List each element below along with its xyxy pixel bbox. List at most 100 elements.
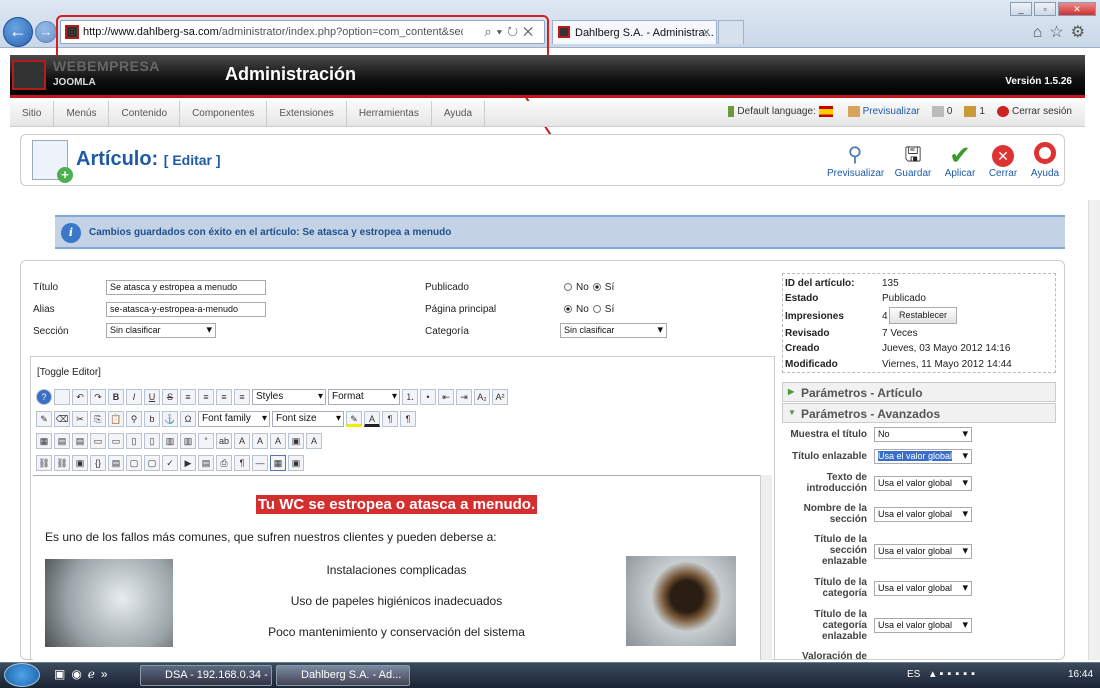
new-document-icon[interactable] [54, 389, 70, 405]
justify-icon[interactable]: ≡ [234, 389, 250, 405]
params-article-header[interactable]: Parámetros - Artículo [782, 382, 1056, 402]
preview-link[interactable]: Previsualizar [847, 106, 920, 117]
media-icon[interactable]: ▶ [180, 455, 196, 471]
menu-sitio[interactable]: Sitio [10, 101, 55, 126]
abbr-icon[interactable]: ab [216, 433, 232, 449]
eraser-icon[interactable]: ⌫ [54, 411, 70, 427]
menu-contenido[interactable]: Contenido [109, 101, 181, 126]
category-title-select[interactable]: Usa el valor global [874, 581, 972, 596]
spellcheck-icon[interactable]: ✓ [162, 455, 178, 471]
table-icon[interactable]: ▦ [36, 433, 52, 449]
cut-icon[interactable]: ✂ [72, 411, 88, 427]
forward-button[interactable]: → [35, 21, 57, 43]
bullet-list-icon[interactable]: • [420, 389, 436, 405]
page-scrollbar[interactable] [1088, 200, 1100, 660]
browser-tab[interactable]: Dahlberg S.A. - Administra... × [552, 20, 717, 44]
row-props-icon[interactable]: ▤ [54, 433, 70, 449]
quote-icon[interactable]: “ [198, 433, 214, 449]
merge-cells-icon[interactable]: ▥ [180, 433, 196, 449]
language-indicator[interactable]: ES [907, 669, 920, 680]
code-icon[interactable]: {} [90, 455, 106, 471]
grid-icon[interactable]: ▦ [270, 455, 286, 471]
taskbar-item-browser[interactable]: Dahlberg S.A. - Ad... [276, 665, 410, 686]
align-center-icon[interactable]: ≡ [198, 389, 214, 405]
menu-ayuda[interactable]: Ayuda [432, 101, 486, 126]
published-yes-radio[interactable] [592, 283, 601, 292]
styles-select[interactable]: Styles [252, 389, 326, 405]
section-link-select[interactable]: Usa el valor global [874, 544, 972, 559]
strike-del-icon[interactable]: A [252, 433, 268, 449]
indent-icon[interactable]: ⇥ [456, 389, 472, 405]
template-icon[interactable]: ▤ [198, 455, 214, 471]
font-family-select[interactable]: Font family [198, 411, 270, 427]
published-no-radio[interactable] [564, 283, 572, 292]
print-icon[interactable]: ⎙ [216, 455, 232, 471]
params-advanced-header[interactable]: Parámetros - Avanzados [782, 403, 1056, 423]
minimize-button[interactable]: _ [1010, 2, 1032, 16]
menu-herramientas[interactable]: Herramientas [347, 101, 432, 126]
underline-icon[interactable]: U [144, 389, 160, 405]
help-button[interactable]: Ayuda [1017, 142, 1073, 179]
back-button[interactable]: ← [3, 17, 33, 47]
copy-icon[interactable]: ⎘ [90, 411, 106, 427]
fullscreen-icon[interactable]: ▣ [288, 455, 304, 471]
home-icon[interactable]: ⌂ [1033, 24, 1050, 41]
alias-input[interactable]: se-atasca-y-estropea-a-menudo [106, 302, 266, 317]
replace-icon[interactable]: b [144, 411, 160, 427]
editor-content[interactable]: Tu WC se estropea o atasca a menudo. Es … [33, 475, 760, 660]
menu-menus[interactable]: Menús [54, 101, 110, 126]
strikethrough-icon[interactable]: S [162, 389, 178, 405]
logout-link[interactable]: Cerrar sesión [996, 106, 1072, 117]
cell-props-icon[interactable]: ▤ [72, 433, 88, 449]
insert-col-icon[interactable]: ▯ [126, 433, 142, 449]
delete-row-icon[interactable]: ▭ [108, 433, 124, 449]
layer-icon[interactable]: ▤ [108, 455, 124, 471]
absolute-icon[interactable]: ▢ [126, 455, 142, 471]
undo-icon[interactable]: ↶ [72, 389, 88, 405]
cleanup-icon[interactable]: ✎ [36, 411, 52, 427]
redo-icon[interactable]: ↷ [90, 389, 106, 405]
show-title-select[interactable]: No [874, 427, 972, 442]
insert-text-icon[interactable]: A [270, 433, 286, 449]
align-right-icon[interactable]: ≡ [216, 389, 232, 405]
tools-gear-icon[interactable]: ⚙ [1071, 24, 1092, 41]
users-count[interactable]: 1 [964, 106, 985, 117]
frontpage-no-radio[interactable] [564, 305, 572, 314]
find-icon[interactable]: ⚲ [126, 411, 142, 427]
split-cells-icon[interactable]: ▥ [162, 433, 178, 449]
format-select[interactable]: Format [328, 389, 400, 405]
visualaid-icon[interactable]: ▢ [144, 455, 160, 471]
title-input[interactable]: Se atasca y estropea a menudo [106, 280, 266, 295]
styleprops-icon[interactable]: A [306, 433, 322, 449]
outdent-icon[interactable]: ⇤ [438, 389, 454, 405]
maximize-button[interactable]: ▫ [1034, 2, 1056, 16]
new-tab-button[interactable] [718, 20, 744, 44]
menu-extensiones[interactable]: Extensiones [267, 101, 347, 126]
ltr-icon[interactable]: ¶ [382, 411, 398, 427]
paragraph-icon[interactable]: ¶ [234, 455, 250, 471]
delete-col-icon[interactable]: ▯ [144, 433, 160, 449]
bold-icon[interactable]: B [108, 389, 124, 405]
menu-componentes[interactable]: Componentes [180, 101, 268, 126]
tab-close-icon[interactable]: × [703, 25, 710, 39]
reset-hits-button[interactable]: Restablecer [889, 307, 957, 324]
superscript-icon[interactable]: A² [492, 389, 508, 405]
special-char-icon[interactable]: Ω [180, 411, 196, 427]
category-select[interactable]: Sin clasificar [560, 323, 667, 338]
tray-icons[interactable]: ▴▪▪▪▪▪ [930, 667, 979, 680]
italic-icon[interactable]: I [126, 389, 142, 405]
rtl-icon[interactable]: ¶ [400, 411, 416, 427]
link-icon[interactable]: ⛓ [54, 455, 70, 471]
quicklaunch-icons[interactable]: ▣◉ℯ» [54, 667, 114, 681]
attribs-icon[interactable]: ▣ [288, 433, 304, 449]
category-link-select[interactable]: Usa el valor global [874, 618, 972, 633]
linked-title-select[interactable]: Usa el valor global [874, 449, 972, 464]
paste-icon[interactable]: 📋 [108, 411, 124, 427]
acronym-icon[interactable]: A [234, 433, 250, 449]
start-button[interactable] [4, 663, 40, 687]
font-size-select[interactable]: Font size [272, 411, 344, 427]
editor-scrollbar[interactable] [760, 475, 772, 660]
unlink-icon[interactable]: ⛓ [36, 455, 52, 471]
messages-count[interactable]: 0 [931, 106, 952, 117]
align-left-icon[interactable]: ≡ [180, 389, 196, 405]
